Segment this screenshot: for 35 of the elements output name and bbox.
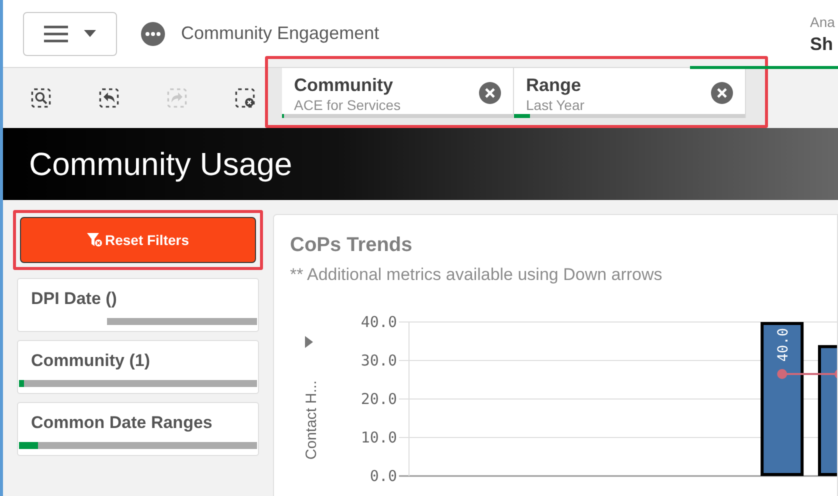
header-label: Ana (810, 14, 835, 28)
tick-label: 0.0 (370, 466, 397, 484)
forward-icon (166, 87, 188, 109)
tick-label: 30.0 (360, 351, 397, 369)
filter-pane[interactable]: DPI Date () (17, 278, 259, 332)
more-icon[interactable] (141, 22, 165, 46)
filter-label: DPI Date () (30, 288, 118, 310)
filter-label: Common Date Ranges (30, 412, 214, 434)
axis-title: Contact H... (303, 380, 320, 460)
trend-line (777, 368, 837, 378)
value-label: 40.0 (776, 328, 792, 362)
filter-label: Community (1) (30, 350, 151, 372)
tick-label: 10.0 (360, 428, 397, 446)
search-icon (30, 87, 52, 109)
filter-pane[interactable]: Community (1) (17, 340, 259, 394)
sheet-title: Community Usage (29, 145, 292, 184)
chart-title: CoPs Trends (290, 233, 414, 258)
header-value: Sh (810, 34, 834, 52)
app-title: Community Engagement (181, 22, 380, 45)
filter-clear-icon (86, 233, 103, 247)
selection-value: Last Year (526, 96, 584, 114)
reset-filters-button[interactable]: Reset Filters (20, 217, 256, 263)
selection-value: ACE for Services (294, 96, 401, 114)
menu-button[interactable] (23, 12, 117, 56)
selection-field: Community (294, 74, 401, 96)
tick-label: 40.0 (360, 312, 397, 330)
menu-icon (44, 24, 68, 42)
filter-pane[interactable]: Common Date Ranges (17, 402, 259, 456)
tick-label: 20.0 (360, 390, 397, 408)
caret-icon (84, 30, 96, 37)
expand-arrow-icon[interactable] (305, 336, 313, 348)
back-icon (98, 87, 120, 109)
clear-icon (234, 87, 256, 109)
selection-field: Range (526, 74, 584, 96)
chart-subtitle: ** Additional metrics available using Down arrows (290, 264, 664, 286)
